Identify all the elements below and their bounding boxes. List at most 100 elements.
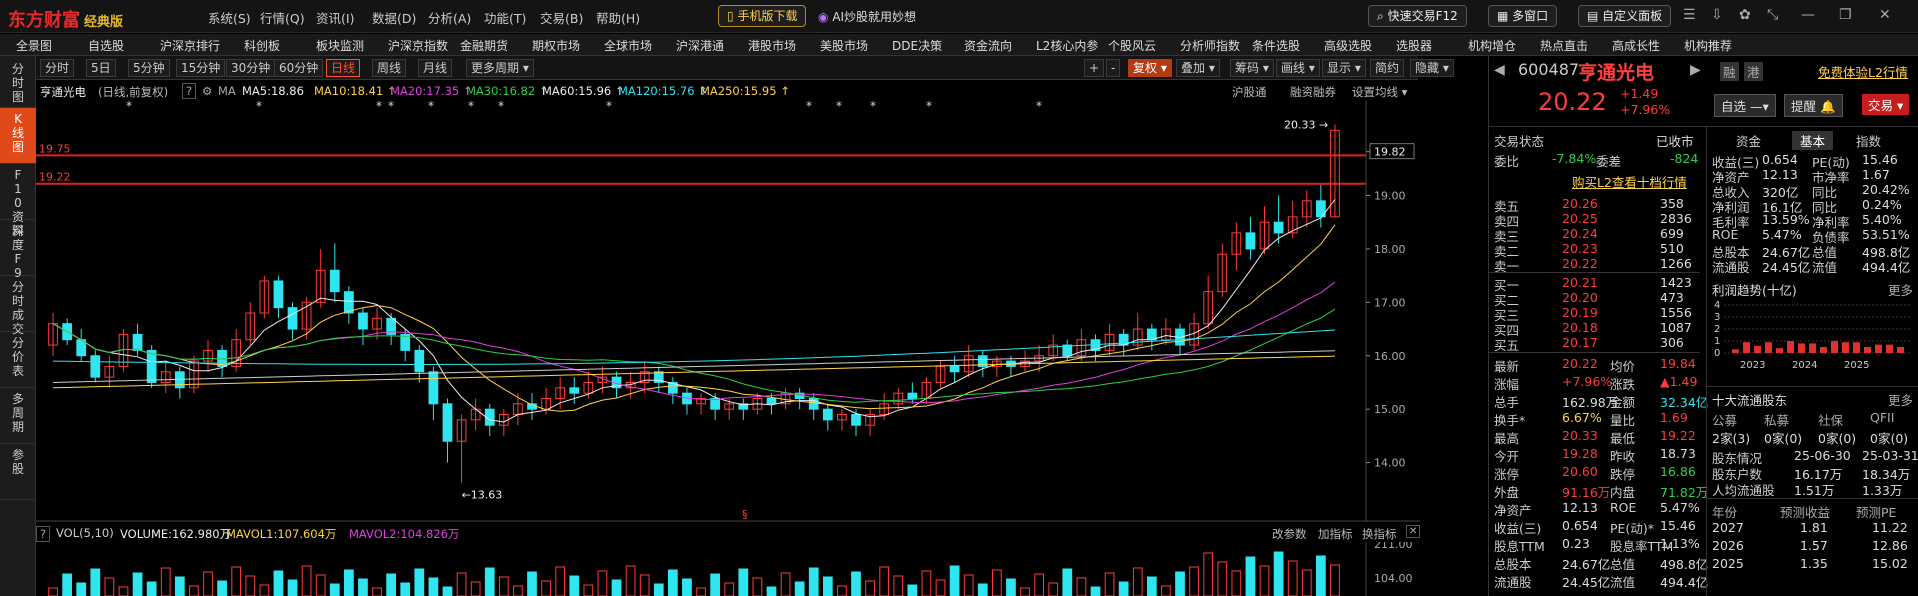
vol-help-icon[interactable]: ? <box>36 526 51 542</box>
l2-trial-link[interactable]: 免费体验L2行情 <box>1818 62 1908 81</box>
period-button[interactable]: 5分钟 <box>128 59 170 77</box>
menu-item[interactable]: 系统(S) <box>208 8 251 27</box>
volume-bar <box>865 580 875 596</box>
next-stock-icon[interactable]: ▶ <box>1690 62 1701 78</box>
custom-panel-button[interactable]: ▤ 自定义面板 <box>1578 5 1672 27</box>
ma-header-link[interactable]: 融资融券 <box>1290 84 1336 100</box>
volume-chart[interactable]: 211.00 104.00 <box>36 542 1420 596</box>
period-button[interactable]: 日线 <box>326 59 361 77</box>
nav-item[interactable]: 高级选股 <box>1324 37 1372 54</box>
toolbar-tool-button[interactable]: 隐藏 ▾ <box>1410 59 1454 77</box>
toolbar-tool-button[interactable]: + <box>1084 59 1105 77</box>
toolbar-tool-button[interactable]: 显示 ▾ <box>1322 59 1366 77</box>
quick-trade-button[interactable]: ⌕ 快速交易F12 <box>1368 5 1467 27</box>
more-link[interactable]: 更多 <box>1888 280 1913 299</box>
nav-item[interactable]: 高成长性 <box>1612 37 1660 54</box>
skin-icon[interactable]: ✿ <box>1739 7 1751 23</box>
nav-item[interactable]: 资金流向 <box>964 37 1012 54</box>
nav-item[interactable]: 分析师指数 <box>1180 37 1240 54</box>
nav-item[interactable]: 热点直击 <box>1540 37 1588 54</box>
bid-volume: 1087 <box>1660 320 1692 335</box>
help-icon[interactable]: ? <box>182 83 197 99</box>
toolbar-tool-button[interactable]: 简约 <box>1370 59 1405 77</box>
menu-item[interactable]: 资讯(I) <box>316 8 354 27</box>
ma-header-link[interactable]: 沪股通 <box>1232 84 1267 100</box>
nav-item[interactable]: 期权市场 <box>532 37 580 54</box>
nav-item[interactable]: 沪深京排行 <box>160 37 220 54</box>
fundamentals-tab[interactable]: 资金 <box>1736 131 1761 150</box>
nav-item[interactable]: 科创板 <box>244 37 280 54</box>
vol-header-link[interactable]: 加指标 <box>1318 526 1353 542</box>
menu-item[interactable]: 功能(T) <box>484 8 526 27</box>
menu-item[interactable]: 交易(B) <box>540 8 583 27</box>
shrink-icon[interactable]: ⤡ <box>1767 7 1778 23</box>
remind-button[interactable]: 提醒 🔔 <box>1784 94 1843 117</box>
fundamentals-tab[interactable]: 基本 <box>1792 131 1834 150</box>
kline-chart[interactable]: 19.82 19.00 18.00 17.00 16.00 15.00 14.00 19.75… <box>36 100 1420 522</box>
menu-item[interactable]: 数据(D) <box>372 8 416 27</box>
download-icon[interactable]: ⇩ <box>1711 7 1723 23</box>
vertical-tab[interactable]: K线图 <box>0 108 36 164</box>
nav-item[interactable]: 全景图 <box>16 37 52 54</box>
vertical-tab[interactable]: 分时成交 <box>0 276 36 336</box>
nav-item[interactable]: DDE决策 <box>892 37 942 54</box>
nav-item[interactable]: 条件选股 <box>1252 37 1300 54</box>
mobile-download-button[interactable]: ▯ 手机版下载 <box>718 5 807 27</box>
nav-item[interactable]: L2核心内参 <box>1036 37 1098 54</box>
nav-item[interactable]: 选股器 <box>1396 37 1432 54</box>
volume-bar <box>1273 551 1284 596</box>
period-button[interactable]: 月线 <box>418 59 453 77</box>
nav-item[interactable]: 机构推荐 <box>1684 37 1732 54</box>
ma-header-link[interactable]: 设置均线 ▾ <box>1352 84 1407 100</box>
nav-item[interactable]: 美股市场 <box>820 37 868 54</box>
holders-row-label: 人均流通股 <box>1712 483 1775 498</box>
period-button[interactable]: 分时 <box>40 59 75 77</box>
self-select-button[interactable]: 自选 —▾ <box>1714 94 1776 117</box>
vertical-tab[interactable]: 多周期 <box>0 388 36 444</box>
restore-icon[interactable]: ❐ <box>1839 7 1852 23</box>
nav-item[interactable]: 板块监测 <box>316 37 364 54</box>
fundamentals-tab[interactable]: 指数 <box>1856 131 1881 150</box>
period-button[interactable]: 30分钟 <box>226 59 276 77</box>
close-icon[interactable]: ✕ <box>1879 7 1891 23</box>
vertical-tab[interactable]: 分价表 <box>0 332 36 388</box>
toolbar-tool-button[interactable]: 画线 ▾ <box>1276 59 1320 77</box>
period-button[interactable]: 15分钟 <box>176 59 226 77</box>
nav-item[interactable]: 沪深京指数 <box>388 37 448 54</box>
toolbar-tool-button[interactable]: 筹码 ▾ <box>1230 59 1274 77</box>
buy-l2-link[interactable]: 购买L2查看十档行情 <box>1572 172 1687 191</box>
trade-button[interactable]: 交易 ▾ <box>1862 94 1910 115</box>
menu-icon[interactable]: ☰ <box>1683 7 1696 23</box>
toolbar-tool-button[interactable]: 叠加 ▾ <box>1176 59 1220 77</box>
toolbar-tool-button[interactable]: 复权 ▾ <box>1128 59 1172 77</box>
period-button[interactable]: 更多周期 ▾ <box>466 59 534 77</box>
nav-item[interactable]: 机构增仓 <box>1468 37 1516 54</box>
vol-header-link[interactable]: 换指标 <box>1362 526 1397 542</box>
prev-stock-icon[interactable]: ◀ <box>1494 62 1505 78</box>
vertical-tab[interactable]: 深度F9 <box>0 220 36 280</box>
nav-item[interactable]: 沪深港通 <box>676 37 724 54</box>
menu-item[interactable]: 行情(Q) <box>260 8 305 27</box>
nav-item[interactable]: 自选股 <box>88 37 124 54</box>
minimize-icon[interactable]: — <box>1801 7 1815 23</box>
menu-item[interactable]: 分析(A) <box>428 8 471 27</box>
stat-label: 最新 <box>1494 359 1520 374</box>
nav-item[interactable]: 全球市场 <box>604 37 652 54</box>
period-button[interactable]: 周线 <box>372 59 407 77</box>
gear-icon[interactable]: ⚙ <box>202 84 212 98</box>
vertical-tab[interactable]: 分时图 <box>0 58 36 108</box>
vertical-tab[interactable]: 参股 <box>0 444 36 500</box>
vol-header-link[interactable]: 改参数 <box>1272 526 1307 542</box>
ai-assistant-link[interactable]: ◉ AI炒股就用妙想 <box>818 8 916 25</box>
close-indicator-icon[interactable]: ✕ <box>1406 525 1421 538</box>
more-link[interactable]: 更多 <box>1888 390 1913 409</box>
nav-item[interactable]: 个股风云 <box>1108 37 1156 54</box>
multi-window-button[interactable]: ▦ 多窗口 <box>1488 5 1558 27</box>
nav-item[interactable]: 港股市场 <box>748 37 796 54</box>
menu-item[interactable]: 帮助(H) <box>596 8 640 27</box>
nav-item[interactable]: 金融期货 <box>460 37 508 54</box>
toolbar-tool-button[interactable]: - <box>1106 59 1121 77</box>
vertical-tab[interactable]: F10资料 <box>0 164 36 238</box>
period-button[interactable]: 5日 <box>86 59 116 77</box>
period-button[interactable]: 60分钟 <box>274 59 324 77</box>
